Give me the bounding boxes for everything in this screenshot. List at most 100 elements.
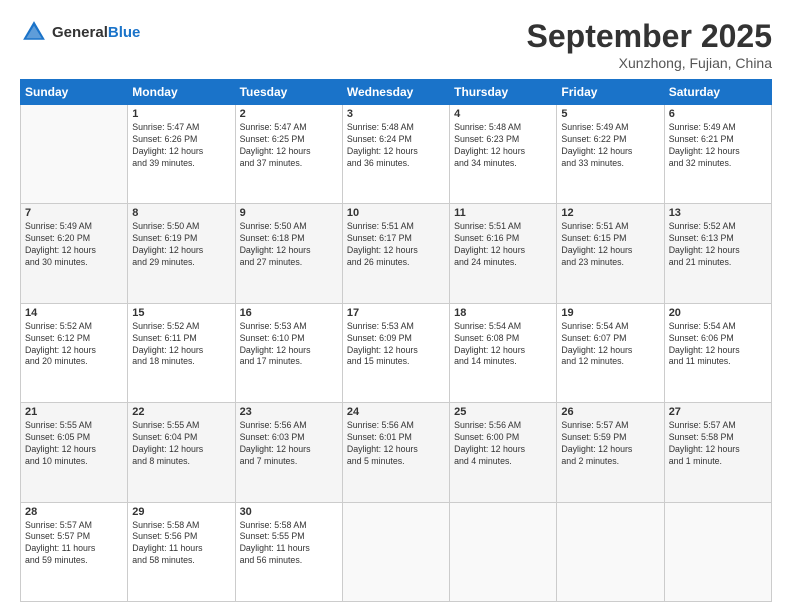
day-number: 30 (240, 506, 338, 518)
calendar-cell: 10Sunrise: 5:51 AM Sunset: 6:17 PM Dayli… (342, 204, 449, 303)
day-number: 27 (669, 406, 767, 418)
week-row-2: 7 Sunrise: 5:49 AM Sunset: 6:20 PM Daylig… (21, 204, 772, 303)
calendar-cell: 21 Sunrise: 5:55 AM Sunset: 6:05 PM Dayli… (21, 403, 128, 502)
day-info: Sunrise: 5:52 AM Sunset: 6:13 PM Dayligh… (669, 221, 767, 269)
calendar-cell: 22 Sunrise: 5:55 AM Sunset: 6:04 PM Dayli… (128, 403, 235, 502)
day-info: Sunrise: 5:58 AM Sunset: 5:55 PM Dayligh… (240, 520, 338, 568)
location: Xunzhong, Fujian, China (527, 55, 772, 71)
calendar-cell: 20Sunrise: 5:54 AM Sunset: 6:06 PM Dayli… (664, 303, 771, 402)
day-info: Sunrise: 5:56 AM Sunset: 6:01 PM Dayligh… (347, 420, 445, 468)
calendar-table: SundayMondayTuesdayWednesdayThursdayFrid… (20, 79, 772, 602)
day-info: Sunrise: 5:57 AM Sunset: 5:59 PM Dayligh… (561, 420, 659, 468)
day-info: Sunrise: 5:53 AM Sunset: 6:09 PM Dayligh… (347, 321, 445, 369)
day-info: Sunrise: 5:55 AM Sunset: 6:04 PM Dayligh… (132, 420, 230, 468)
day-number: 17 (347, 307, 445, 319)
calendar-cell: 8Sunrise: 5:50 AM Sunset: 6:19 PM Daylig… (128, 204, 235, 303)
calendar-cell: 16 Sunrise: 5:53 AM Sunset: 6:10 PM Dayli… (235, 303, 342, 402)
day-info: Sunrise: 5:52 AM Sunset: 6:11 PM Dayligh… (132, 321, 230, 369)
day-number: 6 (669, 108, 767, 120)
day-info: Sunrise: 5:48 AM Sunset: 6:23 PM Dayligh… (454, 122, 552, 170)
calendar-cell (21, 105, 128, 204)
day-info: Sunrise: 5:58 AM Sunset: 5:56 PM Dayligh… (132, 520, 230, 568)
calendar-cell (450, 502, 557, 601)
day-info: Sunrise: 5:49 AM Sunset: 6:21 PM Dayligh… (669, 122, 767, 170)
day-number: 1 (132, 108, 230, 120)
calendar-cell: 11 Sunrise: 5:51 AM Sunset: 6:16 PM Dayli… (450, 204, 557, 303)
day-number: 12 (561, 207, 659, 219)
day-number: 4 (454, 108, 552, 120)
calendar-cell (664, 502, 771, 601)
page: GeneralBlue September 2025 Xunzhong, Fuj… (0, 0, 792, 612)
week-row-4: 21 Sunrise: 5:55 AM Sunset: 6:05 PM Dayli… (21, 403, 772, 502)
day-number: 2 (240, 108, 338, 120)
day-info: Sunrise: 5:55 AM Sunset: 6:05 PM Dayligh… (25, 420, 123, 468)
day-info: Sunrise: 5:50 AM Sunset: 6:18 PM Dayligh… (240, 221, 338, 269)
day-number: 7 (25, 207, 123, 219)
weekday-header-tuesday: Tuesday (235, 80, 342, 105)
day-number: 9 (240, 207, 338, 219)
day-number: 25 (454, 406, 552, 418)
calendar-cell: 13 Sunrise: 5:52 AM Sunset: 6:13 PM Dayli… (664, 204, 771, 303)
calendar-cell (557, 502, 664, 601)
day-number: 11 (454, 207, 552, 219)
weekday-header-monday: Monday (128, 80, 235, 105)
calendar-cell: 26 Sunrise: 5:57 AM Sunset: 5:59 PM Dayli… (557, 403, 664, 502)
day-info: Sunrise: 5:47 AM Sunset: 6:25 PM Dayligh… (240, 122, 338, 170)
weekday-header-row: SundayMondayTuesdayWednesdayThursdayFrid… (21, 80, 772, 105)
header: GeneralBlue September 2025 Xunzhong, Fuj… (20, 18, 772, 71)
day-number: 14 (25, 307, 123, 319)
day-number: 24 (347, 406, 445, 418)
day-info: Sunrise: 5:52 AM Sunset: 6:12 PM Dayligh… (25, 321, 123, 369)
calendar-cell: 15Sunrise: 5:52 AM Sunset: 6:11 PM Dayli… (128, 303, 235, 402)
calendar-cell: 23 Sunrise: 5:56 AM Sunset: 6:03 PM Dayli… (235, 403, 342, 502)
day-number: 8 (132, 207, 230, 219)
calendar-cell: 12 Sunrise: 5:51 AM Sunset: 6:15 PM Dayli… (557, 204, 664, 303)
calendar-cell: 7 Sunrise: 5:49 AM Sunset: 6:20 PM Daylig… (21, 204, 128, 303)
day-number: 19 (561, 307, 659, 319)
day-info: Sunrise: 5:47 AM Sunset: 6:26 PM Dayligh… (132, 122, 230, 170)
calendar-cell: 27Sunrise: 5:57 AM Sunset: 5:58 PM Dayli… (664, 403, 771, 502)
week-row-3: 14 Sunrise: 5:52 AM Sunset: 6:12 PM Dayli… (21, 303, 772, 402)
week-row-1: 1 Sunrise: 5:47 AM Sunset: 6:26 PM Daylig… (21, 105, 772, 204)
calendar-cell: 3Sunrise: 5:48 AM Sunset: 6:24 PM Daylig… (342, 105, 449, 204)
day-info: Sunrise: 5:57 AM Sunset: 5:57 PM Dayligh… (25, 520, 123, 568)
day-info: Sunrise: 5:51 AM Sunset: 6:16 PM Dayligh… (454, 221, 552, 269)
calendar-cell: 24 Sunrise: 5:56 AM Sunset: 6:01 PM Dayli… (342, 403, 449, 502)
calendar-cell: 25 Sunrise: 5:56 AM Sunset: 6:00 PM Dayli… (450, 403, 557, 502)
calendar-cell: 2 Sunrise: 5:47 AM Sunset: 6:25 PM Daylig… (235, 105, 342, 204)
day-number: 26 (561, 406, 659, 418)
day-number: 28 (25, 506, 123, 518)
day-number: 18 (454, 307, 552, 319)
day-info: Sunrise: 5:51 AM Sunset: 6:15 PM Dayligh… (561, 221, 659, 269)
logo: GeneralBlue (20, 18, 140, 46)
day-info: Sunrise: 5:54 AM Sunset: 6:07 PM Dayligh… (561, 321, 659, 369)
title-block: September 2025 Xunzhong, Fujian, China (527, 18, 772, 71)
day-info: Sunrise: 5:56 AM Sunset: 6:03 PM Dayligh… (240, 420, 338, 468)
day-info: Sunrise: 5:54 AM Sunset: 6:08 PM Dayligh… (454, 321, 552, 369)
calendar-cell: 29Sunrise: 5:58 AM Sunset: 5:56 PM Dayli… (128, 502, 235, 601)
weekday-header-friday: Friday (557, 80, 664, 105)
calendar-cell: 18 Sunrise: 5:54 AM Sunset: 6:08 PM Dayli… (450, 303, 557, 402)
calendar-cell: 19 Sunrise: 5:54 AM Sunset: 6:07 PM Dayli… (557, 303, 664, 402)
day-info: Sunrise: 5:49 AM Sunset: 6:20 PM Dayligh… (25, 221, 123, 269)
day-number: 22 (132, 406, 230, 418)
calendar-cell: 6 Sunrise: 5:49 AM Sunset: 6:21 PM Daylig… (664, 105, 771, 204)
calendar-cell: 28 Sunrise: 5:57 AM Sunset: 5:57 PM Dayli… (21, 502, 128, 601)
day-number: 21 (25, 406, 123, 418)
weekday-header-thursday: Thursday (450, 80, 557, 105)
calendar-cell: 30 Sunrise: 5:58 AM Sunset: 5:55 PM Dayli… (235, 502, 342, 601)
day-number: 23 (240, 406, 338, 418)
day-info: Sunrise: 5:56 AM Sunset: 6:00 PM Dayligh… (454, 420, 552, 468)
day-number: 16 (240, 307, 338, 319)
day-number: 3 (347, 108, 445, 120)
day-number: 5 (561, 108, 659, 120)
day-number: 13 (669, 207, 767, 219)
day-info: Sunrise: 5:49 AM Sunset: 6:22 PM Dayligh… (561, 122, 659, 170)
weekday-header-saturday: Saturday (664, 80, 771, 105)
calendar-cell: 9 Sunrise: 5:50 AM Sunset: 6:18 PM Daylig… (235, 204, 342, 303)
day-info: Sunrise: 5:53 AM Sunset: 6:10 PM Dayligh… (240, 321, 338, 369)
day-info: Sunrise: 5:54 AM Sunset: 6:06 PM Dayligh… (669, 321, 767, 369)
day-info: Sunrise: 5:51 AM Sunset: 6:17 PM Dayligh… (347, 221, 445, 269)
month-title: September 2025 (527, 18, 772, 55)
week-row-5: 28 Sunrise: 5:57 AM Sunset: 5:57 PM Dayli… (21, 502, 772, 601)
